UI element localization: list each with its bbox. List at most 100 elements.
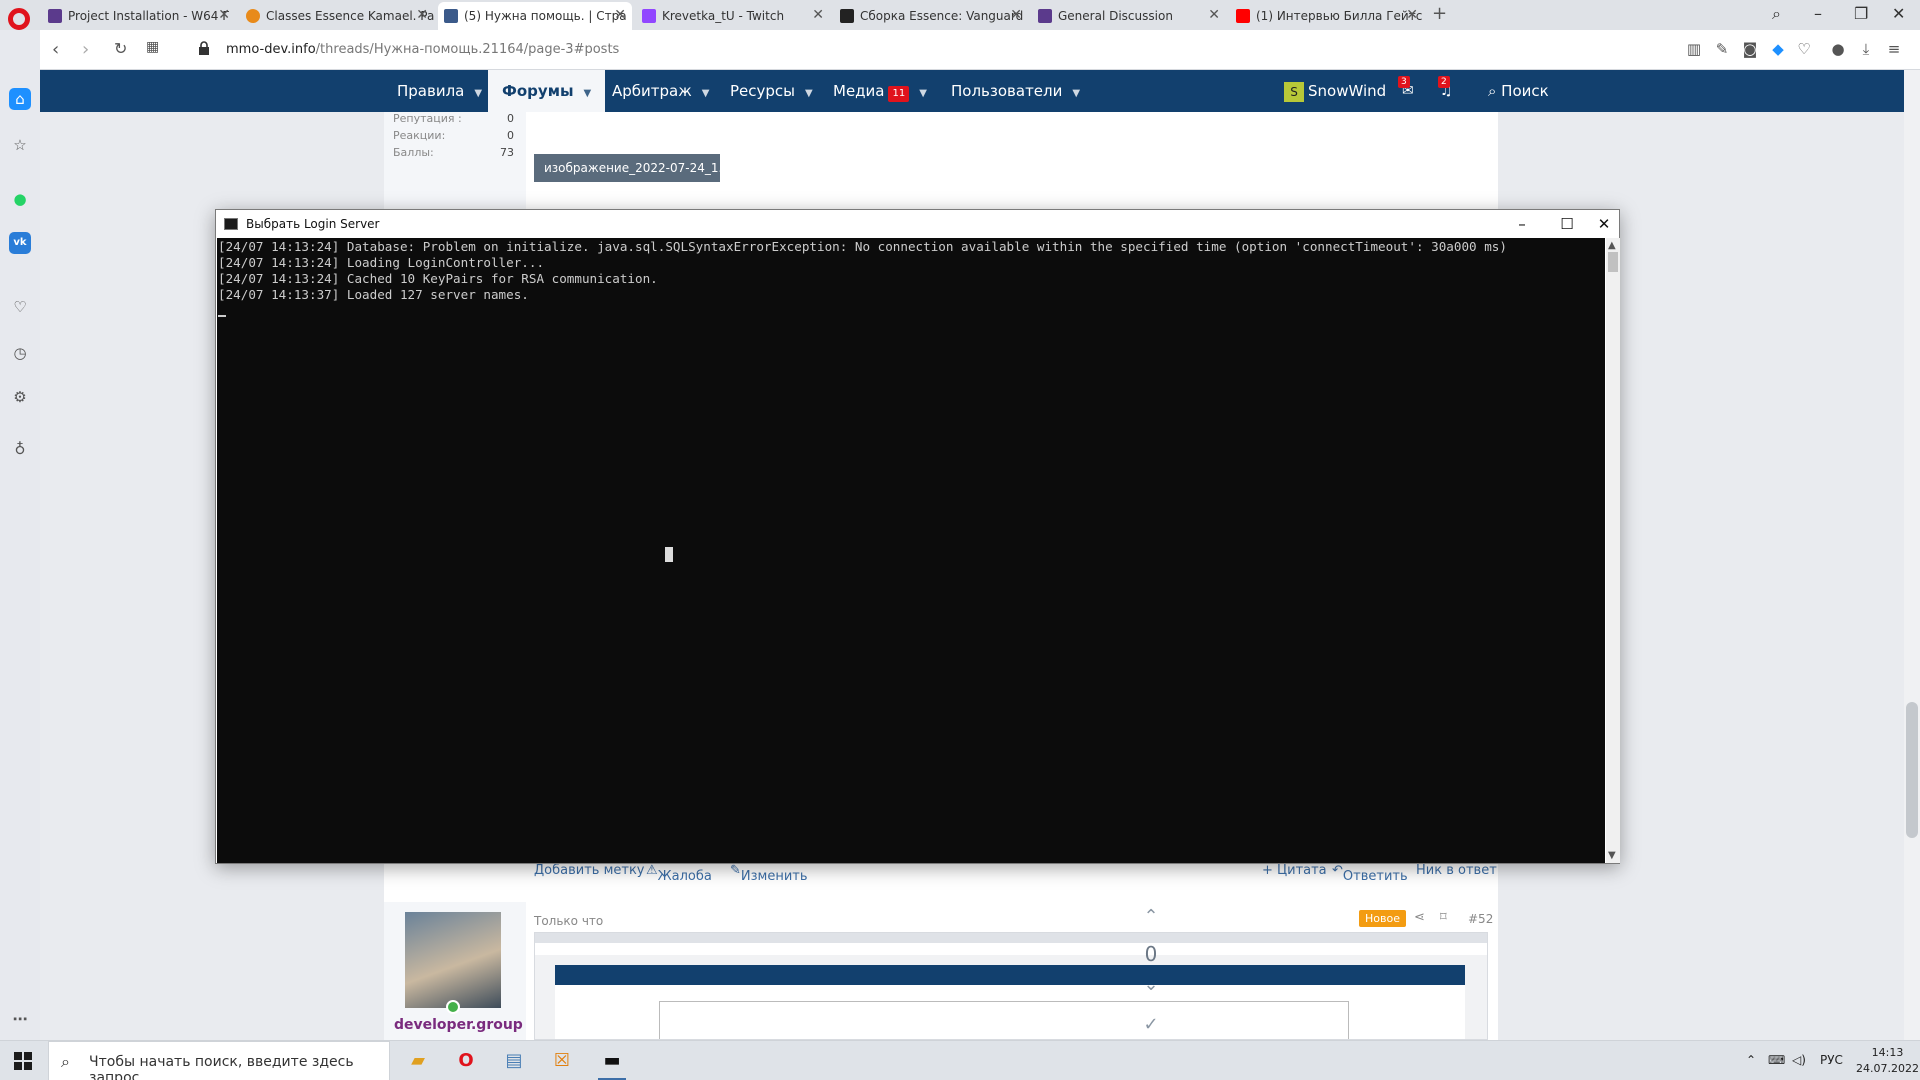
close-tab-icon[interactable]: ✕ bbox=[1010, 7, 1022, 23]
tabs-grid-icon[interactable]: ▦ bbox=[146, 39, 159, 55]
taskbar-search-input[interactable]: ⌕ Чтобы начать поиск, введите здесь запр… bbox=[48, 1041, 390, 1080]
edit-link[interactable]: ✎ Изменить bbox=[730, 863, 808, 884]
network-icon[interactable]: ⌨ bbox=[1768, 1053, 1785, 1067]
console-scroll-thumb[interactable] bbox=[1608, 252, 1618, 272]
home-icon[interactable]: ⌂ bbox=[9, 88, 31, 110]
post-screenshot-image[interactable] bbox=[534, 932, 1488, 1040]
xampp-icon[interactable]: ☒ bbox=[542, 1045, 582, 1077]
browser-tab[interactable]: Classes Essence Kamael. Pa ✕ bbox=[240, 2, 434, 30]
chevron-down-icon[interactable]: ▼ bbox=[702, 73, 710, 115]
quote-link[interactable]: + Цитата bbox=[1262, 863, 1327, 878]
page-scrollbar[interactable] bbox=[1904, 70, 1920, 1040]
reader-icon[interactable]: ▥ bbox=[1686, 41, 1702, 57]
close-tab-icon[interactable]: ✕ bbox=[614, 7, 626, 23]
url-field[interactable]: mmo-dev.info/threads/Нужна-помощь.21164/… bbox=[226, 42, 619, 57]
console-output[interactable]: [24/07 14:13:24] Database: Problem on in… bbox=[217, 238, 1605, 863]
nav-label: Пользователи bbox=[951, 82, 1063, 100]
camera-icon[interactable]: ◙ bbox=[1742, 41, 1758, 57]
add-tag-link[interactable]: Добавить метку bbox=[534, 863, 645, 878]
history-clock-icon[interactable]: ◷ bbox=[9, 342, 31, 364]
bookmark-icon[interactable]: ⌑ bbox=[1440, 910, 1447, 925]
console-taskbar-icon[interactable]: ▬ bbox=[592, 1045, 632, 1080]
nav-media[interactable]: Медиа 11 ▼ bbox=[833, 70, 927, 112]
console-maximize-icon[interactable]: ☐ bbox=[1552, 213, 1582, 235]
profile-icon[interactable]: ● bbox=[1830, 41, 1846, 57]
vk-icon[interactable]: vk bbox=[9, 232, 31, 254]
chevron-down-icon[interactable]: ▼ bbox=[919, 73, 927, 115]
browser-tab[interactable]: Krevetka_tU - Twitch ✕ bbox=[636, 2, 830, 30]
volume-icon[interactable]: ◁) bbox=[1792, 1053, 1806, 1067]
tray-chevron-icon[interactable]: ⌃ bbox=[1746, 1053, 1756, 1067]
shield-icon[interactable]: ◆ bbox=[1770, 41, 1786, 57]
console-close-icon[interactable]: ✕ bbox=[1589, 213, 1619, 235]
reload-icon[interactable]: ↻ bbox=[114, 39, 127, 58]
messages-icon[interactable]: ✉ 3 bbox=[1398, 70, 1414, 112]
browser-tab[interactable]: Сборка Essence: Vanguard ✕ bbox=[834, 2, 1028, 30]
scroll-down-icon[interactable]: ▼ bbox=[1608, 850, 1616, 861]
nav-rules[interactable]: Правила ▼ bbox=[397, 70, 482, 112]
file-explorer-icon[interactable]: ▰ bbox=[398, 1045, 438, 1077]
favorites-heart-icon[interactable]: ♡ bbox=[9, 296, 31, 318]
scroll-up-icon[interactable]: ▲ bbox=[1608, 240, 1616, 251]
tab-title: (5) Нужна помощь. | Стра bbox=[464, 9, 627, 23]
user-menu[interactable]: S SnowWind bbox=[1284, 70, 1386, 112]
browser-tab-active[interactable]: (5) Нужна помощь. | Стра ✕ bbox=[438, 2, 632, 30]
chevron-down-icon[interactable]: ▼ bbox=[584, 73, 592, 115]
console-titlebar[interactable]: Выбрать Login Server – ☐ ✕ bbox=[216, 210, 1619, 238]
bookmarks-icon[interactable]: ☆ bbox=[9, 134, 31, 156]
post-number[interactable]: #52 bbox=[1468, 912, 1493, 926]
nav-forums[interactable]: Форумы ▼ bbox=[488, 70, 606, 115]
console-minimize-icon[interactable]: – bbox=[1507, 213, 1537, 235]
forward-icon[interactable]: › bbox=[82, 39, 89, 60]
opera-taskbar-icon[interactable]: O bbox=[446, 1045, 486, 1077]
chevron-down-icon[interactable]: ▼ bbox=[1072, 73, 1080, 115]
nav-arbitrage[interactable]: Арбитраж ▼ bbox=[612, 70, 709, 112]
upvote-chevron-icon[interactable]: ⌃ bbox=[1136, 906, 1166, 927]
browser-tab[interactable]: (1) Интервью Билла Гейтс ✕ bbox=[1230, 2, 1424, 30]
close-tab-icon[interactable]: ✕ bbox=[1406, 7, 1418, 23]
browser-tab[interactable]: Project Installation - W64 Г ✕ bbox=[42, 2, 236, 30]
post-time[interactable]: Только что bbox=[534, 914, 603, 928]
bell-icon[interactable]: ♫ 2 bbox=[1438, 70, 1453, 112]
close-tab-icon[interactable]: ✕ bbox=[416, 7, 428, 23]
restore-icon[interactable]: ❐ bbox=[1854, 4, 1868, 23]
close-window-icon[interactable]: ✕ bbox=[1892, 4, 1905, 23]
chevron-down-icon[interactable]: ▼ bbox=[805, 73, 813, 115]
reply-link[interactable]: ↶ Ответить bbox=[1332, 863, 1408, 884]
language-indicator[interactable]: РУС bbox=[1820, 1053, 1843, 1067]
report-link[interactable]: ⚠ Жалоба bbox=[646, 863, 712, 884]
author-avatar[interactable] bbox=[405, 912, 501, 1008]
nav-users[interactable]: Пользователи ▼ bbox=[951, 70, 1080, 112]
search-button[interactable]: ⌕ Поиск bbox=[1488, 70, 1549, 112]
close-tab-icon[interactable]: ✕ bbox=[1208, 7, 1220, 23]
download-icon[interactable]: ⤓ bbox=[1858, 41, 1874, 57]
settings-gear-icon[interactable]: ⚙ bbox=[9, 386, 31, 408]
whatsapp-icon[interactable]: ● bbox=[9, 188, 31, 210]
windows-start-icon[interactable] bbox=[14, 1052, 32, 1070]
taskbar-clock[interactable]: 14:13 24.07.2022 bbox=[1856, 1045, 1919, 1077]
new-tab-button[interactable]: + bbox=[1432, 3, 1447, 24]
accept-check-icon[interactable]: ✓ bbox=[1136, 1014, 1166, 1035]
author-name[interactable]: developer.group bbox=[394, 1017, 523, 1033]
edit-icon[interactable]: ✎ bbox=[1714, 41, 1730, 57]
close-tab-icon[interactable]: ✕ bbox=[812, 7, 824, 23]
page-scroll-thumb[interactable] bbox=[1906, 702, 1918, 838]
tips-bulb-icon[interactable]: ♁ bbox=[9, 438, 31, 460]
nick-reply-link[interactable]: Ник в ответ bbox=[1416, 863, 1497, 878]
minimize-icon[interactable]: – bbox=[1814, 4, 1822, 23]
browser-tab[interactable]: General Discussion ✕ bbox=[1032, 2, 1226, 30]
downvote-chevron-icon[interactable]: ⌄ bbox=[1136, 974, 1166, 995]
notepad-icon[interactable]: ▤ bbox=[494, 1045, 534, 1077]
menu-icon[interactable]: ≡ bbox=[1886, 41, 1902, 57]
back-icon[interactable]: ‹ bbox=[52, 39, 59, 60]
close-tab-icon[interactable]: ✕ bbox=[218, 7, 230, 23]
more-dots-icon[interactable]: ⋯ bbox=[9, 1008, 31, 1030]
opera-logo-icon[interactable] bbox=[8, 8, 30, 30]
heart-icon[interactable]: ♡ bbox=[1796, 41, 1812, 57]
nav-resources[interactable]: Ресурсы ▼ bbox=[730, 70, 813, 112]
chevron-down-icon[interactable]: ▼ bbox=[474, 73, 482, 115]
attachment-thumbnail[interactable]: изображение_2022-07-24_1... bbox=[534, 154, 720, 182]
browser-search-icon[interactable]: ⌕ bbox=[1772, 4, 1781, 24]
share-icon[interactable]: ⋖ bbox=[1414, 910, 1425, 925]
console-scrollbar[interactable]: ▲ ▼ bbox=[1606, 238, 1620, 863]
